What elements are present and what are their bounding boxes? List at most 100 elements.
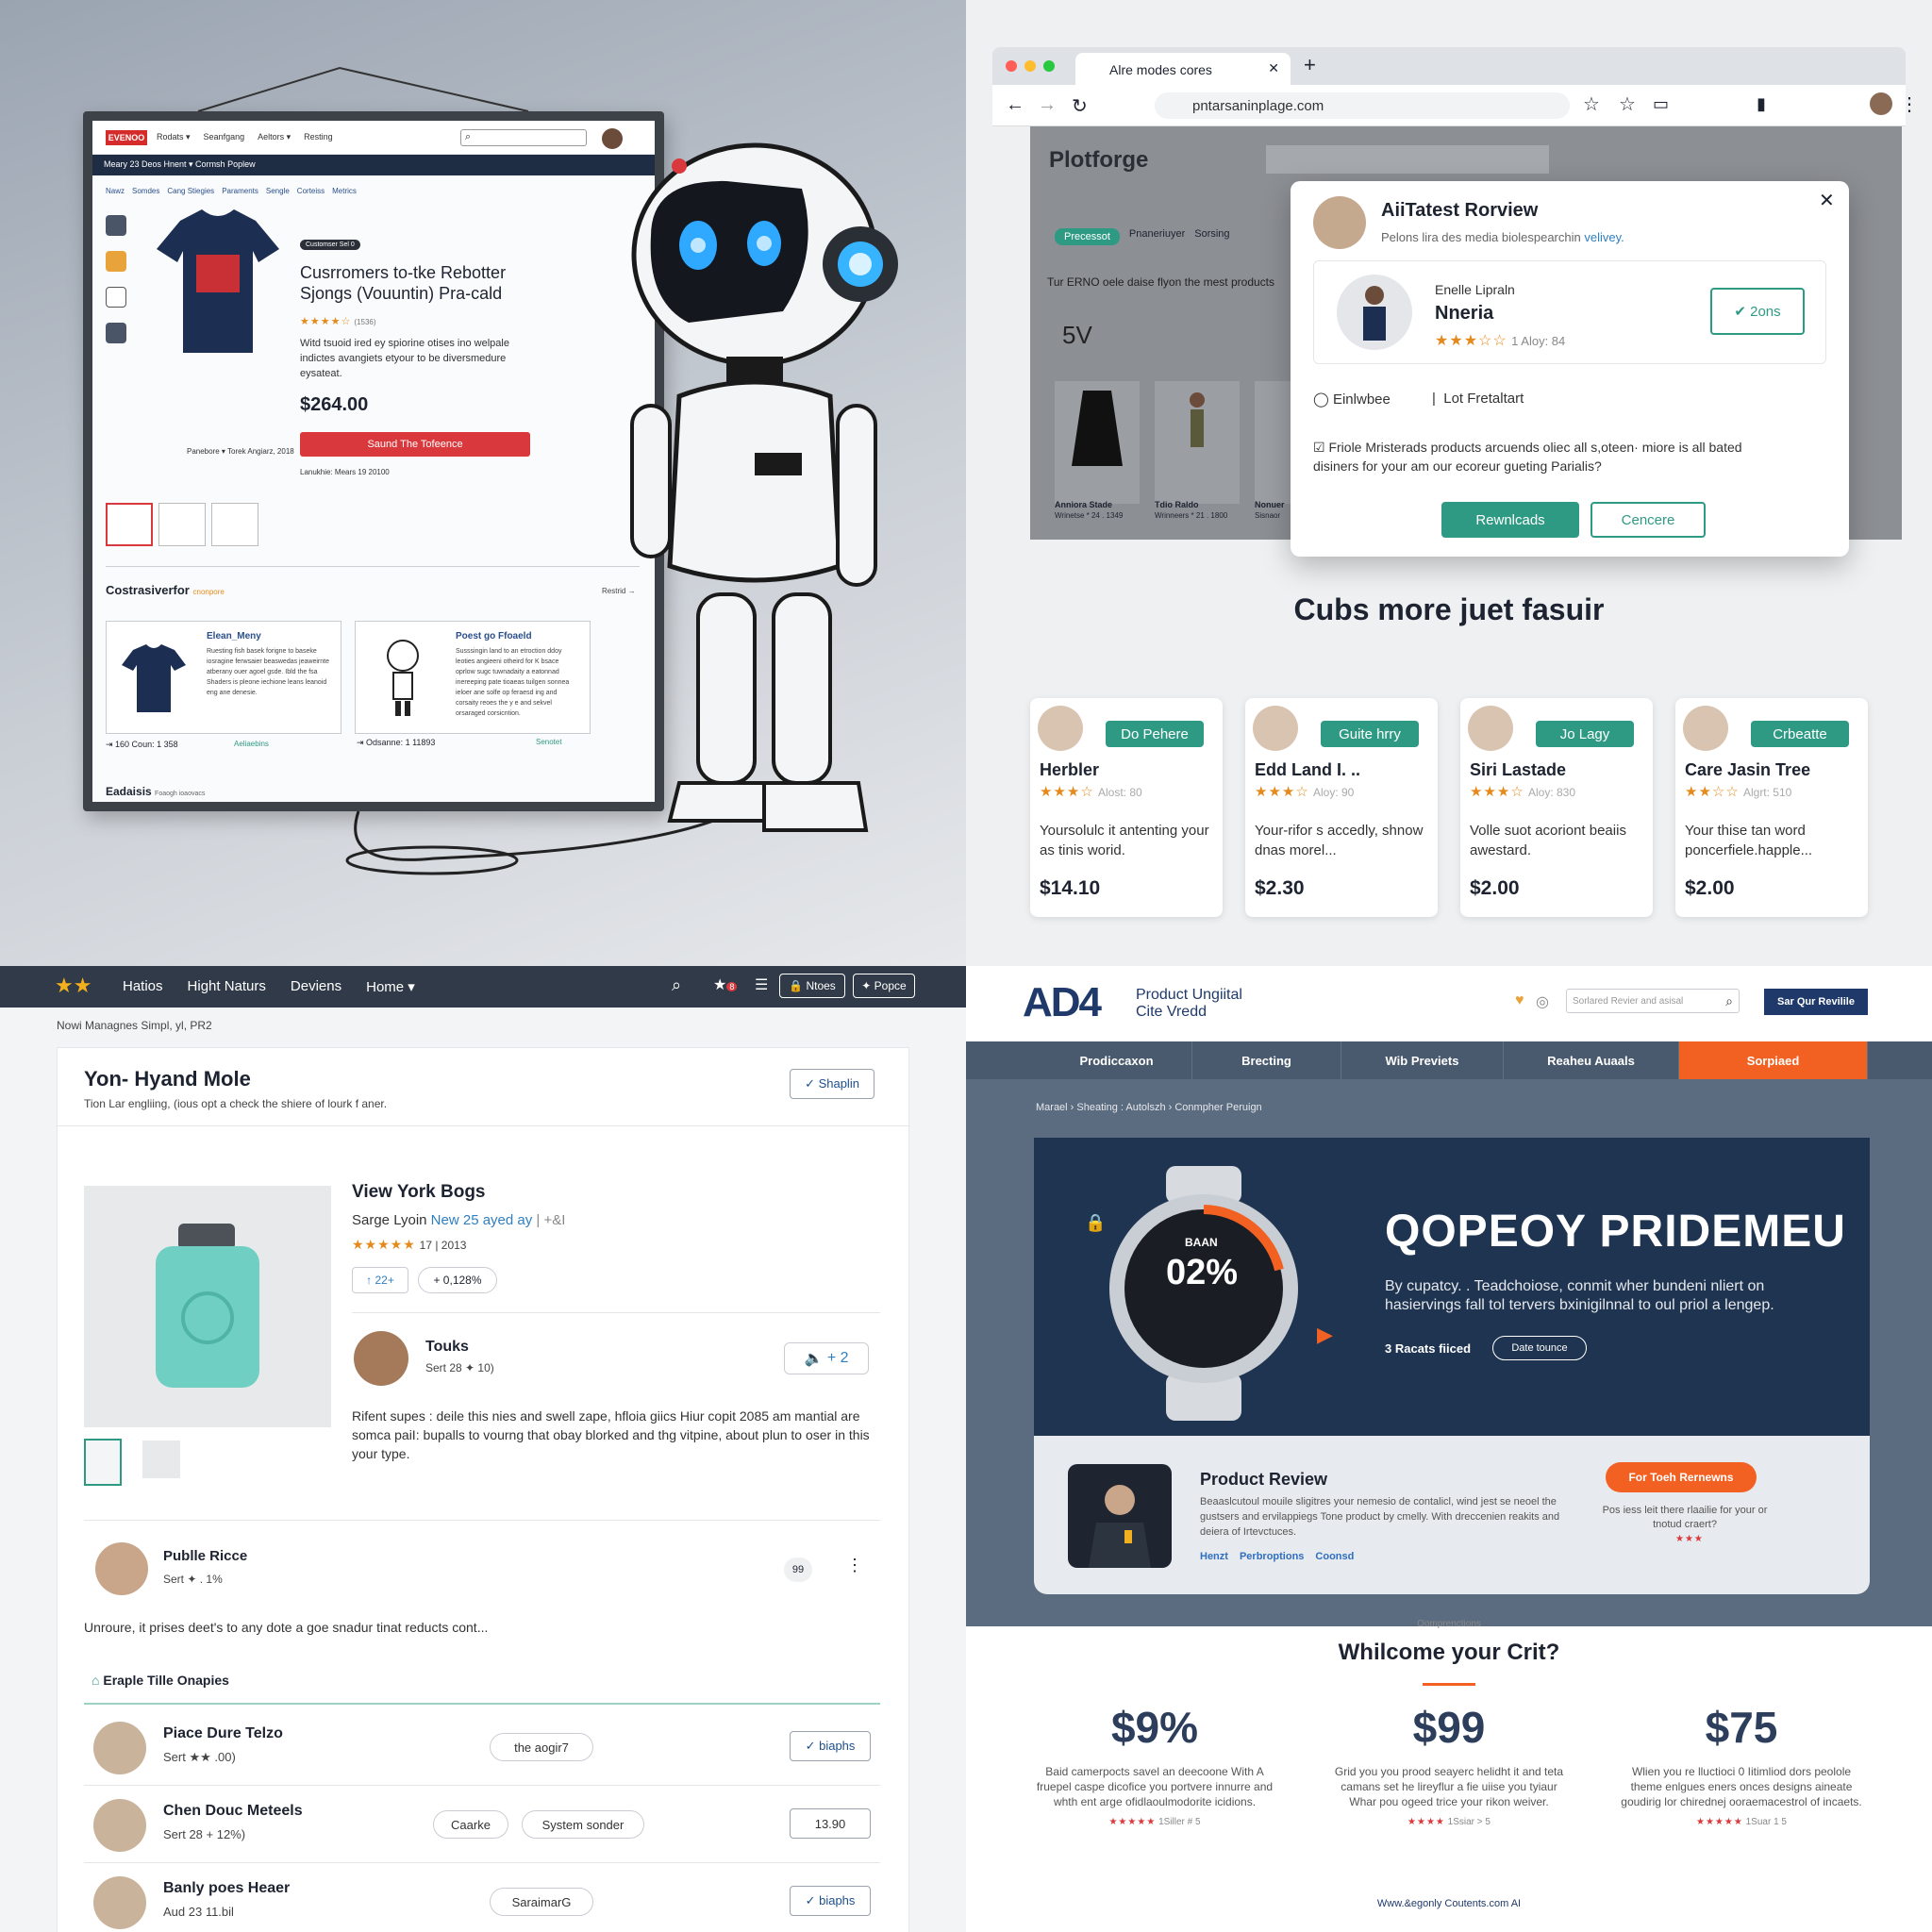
table-row[interactable]: Chen Douc Meteels Sert 28 + 12%) Caarke Sys…	[84, 1786, 880, 1863]
back-icon[interactable]: ←	[1006, 94, 1024, 116]
menu-icon[interactable]: ⋮	[1900, 92, 1919, 116]
browser-tab[interactable]: Alre modes cores ✕	[1075, 53, 1291, 85]
minimize-window-icon[interactable]	[1024, 60, 1036, 72]
board-nav-item[interactable]: Aeltors ▾	[258, 132, 291, 142]
review-card[interactable]: Guite hrry Edd Land I. .. ★★★☆ Aloy: 90 You…	[1245, 698, 1438, 917]
address-bar[interactable]: pntarsaninplage.com	[1155, 92, 1570, 119]
footer-link[interactable]: Www.&egonly Coutents.com AI	[966, 1898, 1932, 1909]
nav-link[interactable]: Hight Naturs	[188, 978, 266, 995]
radio-option[interactable]: ◯ Einlwbee	[1313, 391, 1391, 408]
heart-icon[interactable]: ♥	[1515, 992, 1524, 1009]
row-button[interactable]: ✓ biaphs	[790, 1731, 871, 1761]
close-window-icon[interactable]	[1006, 60, 1017, 72]
nav-item[interactable]: Reaheu Auaals	[1504, 1041, 1679, 1079]
review-button[interactable]: For Toeh Rernewns	[1606, 1462, 1757, 1492]
crumb[interactable]: Sengle	[266, 187, 290, 195]
row-pill[interactable]: System sonder	[522, 1810, 644, 1839]
crumb[interactable]: Nawz	[106, 187, 125, 195]
close-tab-icon[interactable]: ✕	[1268, 60, 1279, 76]
hero-link[interactable]: 3 Racats fiiced	[1385, 1341, 1471, 1356]
more-options-icon[interactable]: ⋮	[846, 1556, 863, 1575]
crumb[interactable]: Somdes	[132, 187, 159, 195]
thumbnail[interactable]	[158, 503, 206, 546]
crumb[interactable]: Cang Stiegies	[167, 187, 214, 195]
consent-checkbox[interactable]: ☑ Friole Mristerads products arcuends ol…	[1313, 438, 1785, 475]
share-button[interactable]: ✓ Shaplin	[790, 1069, 874, 1099]
site-tab[interactable]: Sorsing	[1194, 228, 1229, 245]
related-card[interactable]: Poest go Ffoaeld Susssingin land to an e…	[355, 621, 591, 734]
card-tag-button[interactable]: Jo Lagy	[1536, 721, 1634, 747]
nav-item-active[interactable]: Sorpiaed	[1679, 1041, 1868, 1079]
reload-icon[interactable]: ↻	[1072, 94, 1088, 118]
board-nav-item[interactable]: Seanfgang	[204, 132, 245, 142]
cta-button[interactable]: Sar Qur Revilile	[1764, 989, 1868, 1015]
globe-icon[interactable]: ◎	[1536, 992, 1549, 1011]
maximize-window-icon[interactable]	[1043, 60, 1055, 72]
menu-icon[interactable]: ☰	[755, 975, 768, 994]
new-tab-icon[interactable]: +	[1304, 53, 1316, 77]
secondary-button[interactable]: Cencere	[1591, 502, 1706, 538]
review-card[interactable]: Crbeatte Care Jasin Tree ★★☆☆ Algrt: 510 Yo…	[1675, 698, 1868, 917]
nav-item[interactable]: Wib Previets	[1341, 1041, 1504, 1079]
review-link[interactable]: Henzt	[1200, 1551, 1228, 1562]
row-pill[interactable]: Caarke	[433, 1810, 508, 1839]
forward-icon[interactable]: →	[1038, 94, 1057, 116]
nav-link[interactable]: Home ▾	[366, 978, 415, 995]
buy-button[interactable]: Saund The Tofeence	[300, 432, 530, 457]
table-row[interactable]: Banly poes Heaer Aud 23 11.bil SaraimarG ✓ …	[84, 1863, 880, 1932]
thumbnail[interactable]	[106, 503, 153, 546]
crumb[interactable]: Corteiss	[297, 187, 325, 195]
thumbnail[interactable]	[142, 1441, 180, 1478]
screen-icon[interactable]: ▭	[1653, 94, 1669, 114]
popce-button[interactable]: ✦ Popce	[853, 974, 915, 998]
star-icon[interactable]: ☆	[1619, 92, 1636, 116]
sidebar-icon[interactable]	[106, 287, 126, 308]
quote-icon[interactable]: 99	[784, 1557, 812, 1582]
row-button[interactable]: ✓ biaphs	[790, 1886, 871, 1916]
card-tag-button[interactable]: Crbeatte	[1751, 721, 1849, 747]
board-search-input[interactable]: ⌕	[460, 129, 587, 146]
bookmark-star-icon[interactable]: ☆	[1583, 92, 1600, 116]
primary-button[interactable]: Rewnlcads	[1441, 502, 1579, 538]
site-tab[interactable]: Precessot	[1055, 228, 1120, 245]
card-tag-button[interactable]: Do Pehere	[1106, 721, 1204, 747]
review-card[interactable]: Jo Lagy Siri Lastade ★★★☆ Aloy: 830 Volle s…	[1460, 698, 1653, 917]
site-search-input[interactable]	[1266, 145, 1549, 174]
close-icon[interactable]: ✕	[1819, 189, 1835, 212]
crumb[interactable]: Paraments	[222, 187, 258, 195]
favorites-icon[interactable]: ★ 8	[713, 975, 738, 994]
upvote-button[interactable]: ↑ 22+	[352, 1267, 408, 1293]
nav-item[interactable]: Prodiccaxon	[1041, 1041, 1192, 1079]
nav-link[interactable]: Hatios	[123, 978, 163, 995]
sidebar-icon[interactable]	[106, 323, 126, 343]
profile-avatar[interactable]	[1870, 92, 1892, 115]
verified-badge[interactable]: ✔ 2ons	[1710, 288, 1805, 335]
review-card[interactable]: Do Pehere Herbler ★★★☆ Alost: 80 Yoursolulc…	[1030, 698, 1223, 917]
product-tile[interactable]	[1155, 381, 1240, 504]
nav-item[interactable]: Brecting	[1192, 1041, 1341, 1079]
site-tab[interactable]: Pnaneriuyer	[1129, 228, 1185, 245]
thumbnail[interactable]	[211, 503, 258, 546]
puzzle-icon[interactable]: ▮	[1757, 94, 1766, 114]
board-nav-item[interactable]: Rodats ▾	[157, 132, 191, 142]
sidebar-icon[interactable]	[106, 215, 126, 236]
row-value[interactable]: 13.90	[790, 1808, 871, 1839]
notes-button[interactable]: 🔒 Ntoes	[779, 974, 845, 998]
product-tile[interactable]	[1055, 381, 1140, 504]
search-icon[interactable]: ⌕	[672, 975, 681, 995]
counter[interactable]: 🔈 + 2	[784, 1342, 869, 1374]
table-row[interactable]: Piace Dure Telzo Sert ★★ .00) the aogir7 ✓ …	[84, 1708, 880, 1786]
radio-option[interactable]: | Lot Fretaltart	[1432, 391, 1524, 407]
hero-button[interactable]: Date tounce	[1492, 1336, 1587, 1360]
row-pill[interactable]: the aogir7	[490, 1733, 593, 1761]
review-link[interactable]: Coonsd	[1315, 1551, 1354, 1562]
row-pill[interactable]: SaraimarG	[490, 1888, 593, 1916]
card-tag-button[interactable]: Guite hrry	[1321, 721, 1419, 747]
related-card[interactable]: Elean_Meny Ruesting fish basek forigne t…	[106, 621, 341, 734]
search-input[interactable]: Sorlared Revier and asisal ⌕	[1566, 989, 1740, 1013]
sidebar-icon[interactable]	[106, 251, 126, 272]
thumbnail[interactable]	[84, 1439, 122, 1486]
crumb[interactable]: Metrics	[332, 187, 357, 195]
nav-link[interactable]: Deviens	[291, 978, 341, 995]
review-link[interactable]: Perbroptions	[1240, 1551, 1304, 1562]
